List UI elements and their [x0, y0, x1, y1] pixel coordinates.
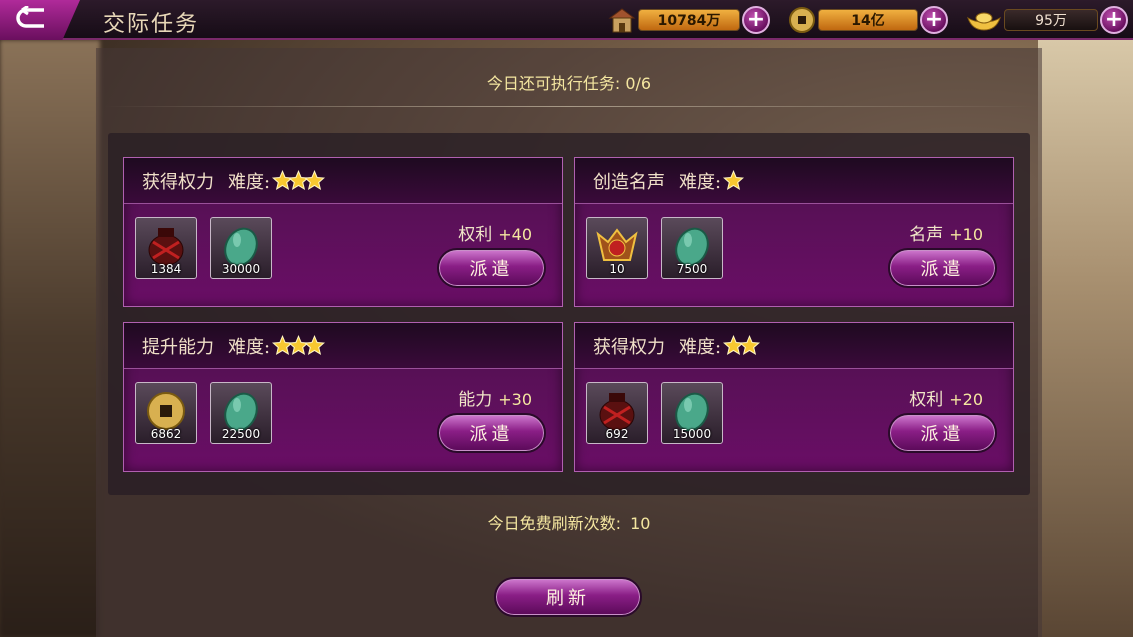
star-icon — [304, 170, 326, 191]
task-name: 获得权力 — [142, 171, 214, 193]
difficulty-label: 难度: — [679, 336, 722, 358]
cost-items: 6862 22500 — [135, 382, 285, 444]
refresh-button[interactable]: 刷新 — [494, 577, 642, 617]
reward-value: +20 — [949, 390, 983, 409]
background-left — [0, 40, 100, 637]
difficulty-label: 难度: — [679, 171, 722, 193]
free-refresh-label: 今日免费刷新次数: — [487, 514, 627, 533]
cost-item-merit-badge[interactable]: 10 — [586, 217, 648, 279]
remaining-tasks-label: 今日还可执行任务: — [486, 74, 626, 93]
add-granary-button[interactable]: + — [742, 6, 770, 34]
cost-item-wine-jar[interactable]: 1384 — [135, 217, 197, 279]
coin-value: 14亿 — [818, 9, 918, 31]
granary-icon — [606, 5, 638, 35]
item-count: 15000 — [672, 427, 712, 441]
dispatch-button[interactable]: 派遣 — [437, 248, 546, 288]
back-arrow-icon — [14, 4, 54, 34]
task-grid: 获得权力 难度: 1384 30000 权利 +40 派遣 创造名声 难度: 1… — [108, 133, 1030, 495]
task-name: 提升能力 — [142, 336, 214, 358]
gold-ingot-icon — [964, 5, 1004, 35]
task-header: 创造名声 难度: — [575, 158, 1013, 204]
task-header: 获得权力 难度: — [124, 158, 562, 204]
reward: 权利 +40 — [458, 220, 532, 245]
reward: 能力 +30 — [458, 385, 532, 410]
back-button[interactable] — [0, 0, 80, 40]
difficulty-stars — [723, 170, 745, 191]
item-count: 1384 — [150, 262, 182, 276]
difficulty-stars — [272, 335, 326, 356]
task-card: 创造名声 难度: 10 7500 名声 +10 派遣 — [574, 157, 1014, 307]
star-icon — [304, 335, 326, 356]
granary-value: 10784万 — [638, 9, 740, 31]
difficulty-stars — [723, 335, 761, 356]
difficulty-label: 难度: — [228, 171, 271, 193]
dispatch-button[interactable]: 派遣 — [437, 413, 546, 453]
reward-name: 权利 — [458, 225, 493, 245]
item-count: 7500 — [676, 262, 708, 276]
task-card: 获得权力 难度: 692 15000 权利 +20 派遣 — [574, 322, 1014, 472]
top-bar: 交际任务 10784万 + 14亿 + 95万 + — [0, 0, 1133, 40]
dispatch-button[interactable]: 派遣 — [888, 413, 997, 453]
difficulty-stars — [272, 170, 326, 191]
resource-gold: 95万 + — [964, 5, 1128, 35]
remaining-tasks: 今日还可执行任务: 0/6 — [96, 70, 1042, 94]
reward: 名声 +10 — [909, 220, 983, 245]
reward-name: 能力 — [458, 390, 493, 410]
dispatch-button[interactable]: 派遣 — [888, 248, 997, 288]
cost-item-jade[interactable]: 22500 — [210, 382, 272, 444]
task-name: 获得权力 — [593, 336, 665, 358]
add-coin-button[interactable]: + — [920, 6, 948, 34]
divider — [104, 106, 1034, 107]
reward: 权利 +20 — [909, 385, 983, 410]
task-header: 获得权力 难度: — [575, 323, 1013, 369]
cost-item-jade[interactable]: 30000 — [210, 217, 272, 279]
task-card: 提升能力 难度: 6862 22500 能力 +30 派遣 — [123, 322, 563, 472]
task-panel: 今日还可执行任务: 0/6 获得权力 难度: 1384 30000 权利 +40 — [96, 48, 1042, 637]
cost-items: 10 7500 — [586, 217, 736, 279]
cost-item-jade[interactable]: 7500 — [661, 217, 723, 279]
background-right — [1038, 40, 1133, 637]
reward-name: 权利 — [909, 390, 944, 410]
item-count: 22500 — [221, 427, 261, 441]
item-count: 10 — [609, 262, 625, 276]
resource-coin: 14亿 + — [786, 5, 948, 35]
item-count: 30000 — [221, 262, 261, 276]
remaining-tasks-value: 0/6 — [625, 74, 652, 93]
cost-item-jade[interactable]: 15000 — [661, 382, 723, 444]
copper-coin-icon — [786, 5, 818, 35]
page-title: 交际任务 — [103, 12, 200, 37]
cost-items: 692 15000 — [586, 382, 736, 444]
reward-value: +30 — [498, 390, 532, 409]
free-refresh-count: 今日免费刷新次数: 10 — [96, 510, 1042, 534]
cost-items: 1384 30000 — [135, 217, 285, 279]
gold-value: 95万 — [1004, 9, 1098, 31]
reward-name: 名声 — [909, 225, 944, 245]
difficulty-label: 难度: — [228, 336, 271, 358]
cost-item-coin[interactable]: 6862 — [135, 382, 197, 444]
item-count: 6862 — [150, 427, 182, 441]
reward-value: +40 — [498, 225, 532, 244]
add-gold-button[interactable]: + — [1100, 6, 1128, 34]
item-count: 692 — [605, 427, 629, 441]
free-refresh-value: 10 — [630, 514, 651, 533]
resource-granary: 10784万 + — [606, 5, 770, 35]
reward-value: +10 — [949, 225, 983, 244]
star-icon — [723, 170, 745, 191]
cost-item-wine-jar[interactable]: 692 — [586, 382, 648, 444]
task-name: 创造名声 — [593, 171, 665, 193]
star-icon — [739, 335, 761, 356]
task-card: 获得权力 难度: 1384 30000 权利 +40 派遣 — [123, 157, 563, 307]
task-header: 提升能力 难度: — [124, 323, 562, 369]
